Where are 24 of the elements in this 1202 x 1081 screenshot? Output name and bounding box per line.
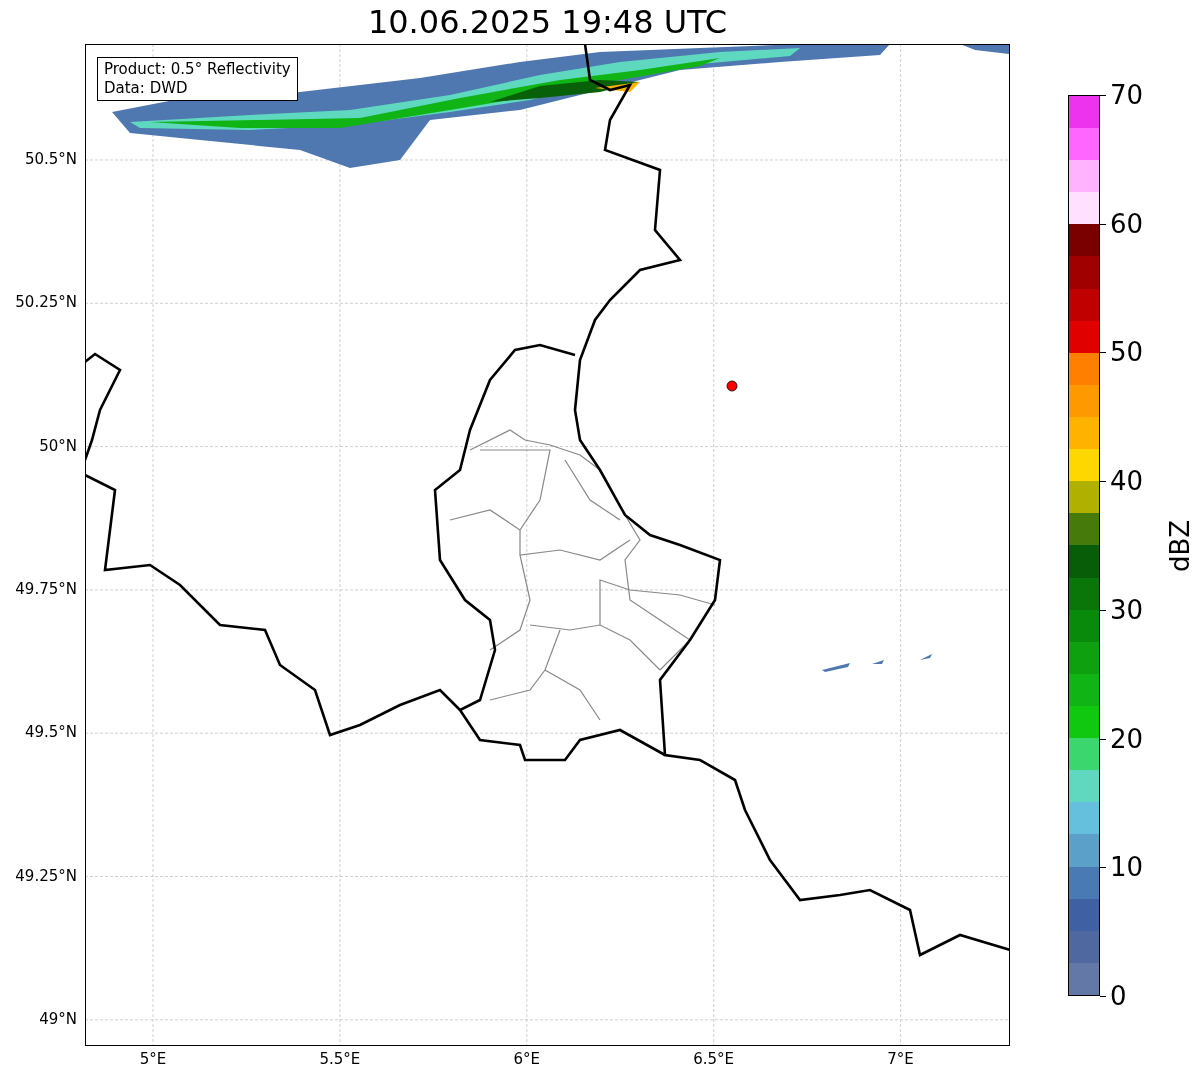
latitude-label: 49.75°N <box>15 581 77 597</box>
latitude-label: 49.25°N <box>15 868 77 884</box>
colorbar-tick-label: 10 <box>1110 854 1144 881</box>
info-text: Data: DWD <box>104 79 189 98</box>
colorbar-tick-label: 40 <box>1110 468 1144 495</box>
colorbar-tick-label: 50 <box>1110 339 1144 366</box>
colorbar-tick-label: 70 <box>1110 82 1144 108</box>
latitude-label: 50.5°N <box>24 152 77 167</box>
chart-title: 10.06.2025 19:48 UTC <box>367 6 728 38</box>
info-text: Product: 0.5° Reflectivity <box>104 60 291 79</box>
longitude-label: 7°E <box>887 1052 914 1067</box>
longitude-label: 5.5°E <box>319 1052 361 1067</box>
longitude-label: 6.5°E <box>693 1052 735 1067</box>
latitude-label: 50°N <box>39 438 77 454</box>
colorbar-tick-label: 20 <box>1110 725 1144 752</box>
latitude-label: 49.5°N <box>24 725 77 741</box>
colorbar-label: dBZ <box>1167 519 1193 572</box>
longitude-label: 5°E <box>139 1052 167 1067</box>
colorbar-tick-label: 30 <box>1110 596 1144 623</box>
longitude-label: 6°E <box>513 1052 541 1067</box>
colorbar-tick-label: 60 <box>1110 210 1144 237</box>
latitude-label: 49°N <box>39 1011 77 1027</box>
latitude-label: 50.25°N <box>15 295 77 311</box>
colorbar-tick-label: 0 <box>1110 983 1127 1009</box>
